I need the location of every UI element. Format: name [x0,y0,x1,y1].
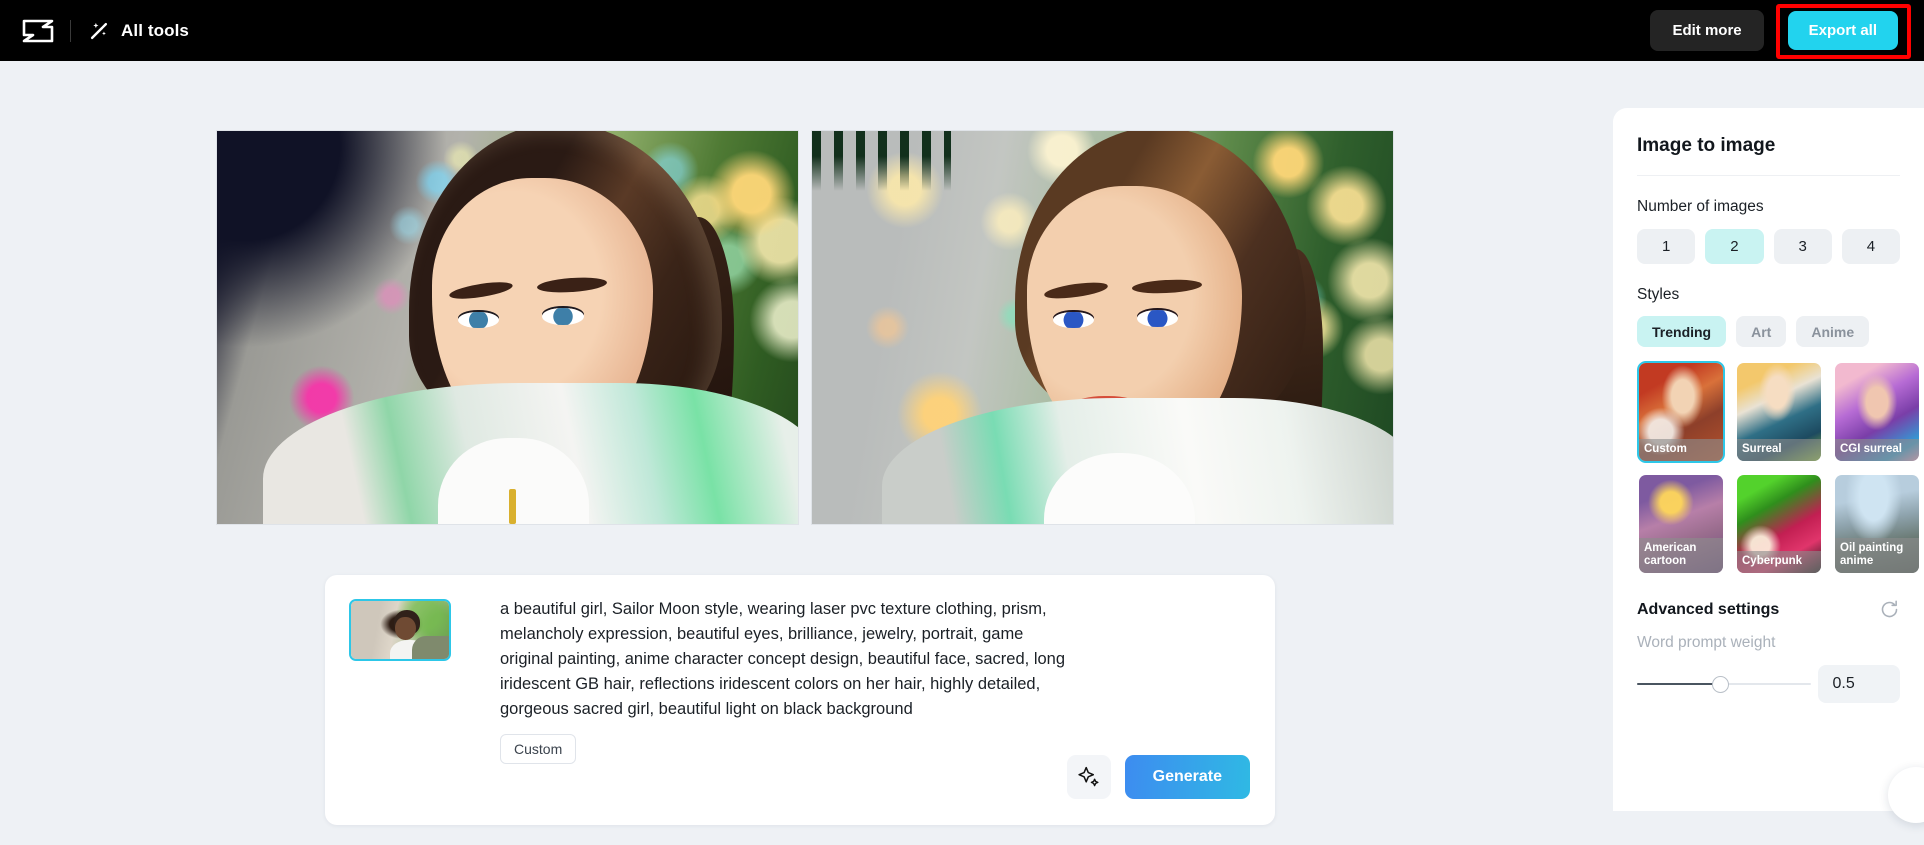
style-item-american-cartoon[interactable]: American cartoon [1637,473,1725,575]
prompt-style-tag[interactable]: Custom [500,734,577,764]
word-prompt-weight-label: Word prompt weight [1637,634,1776,651]
styles-label: Styles [1637,286,1680,303]
style-label-american-cartoon: American cartoon [1639,538,1723,573]
style-category-tabs: Trending Art Anime [1613,304,1924,347]
advanced-settings-title: Advanced settings [1637,600,1780,618]
style-label-oil-painting-anime: Oil painting anime [1835,538,1919,573]
panel-fade-overlay [1613,782,1924,812]
export-all-button[interactable]: Export all [1787,11,1898,50]
generated-results [216,130,1394,525]
style-label-surreal: Surreal [1737,439,1821,461]
reference-image-thumbnail[interactable] [349,599,451,661]
slider-fill [1637,683,1720,685]
generate-button[interactable]: Generate [1124,755,1250,799]
reset-icon-button[interactable] [1879,599,1900,620]
all-tools-button[interactable]: All tools [88,20,189,42]
style-grid: Custom Surreal CGI surreal American cart… [1613,347,1924,575]
edit-more-button[interactable]: Edit more [1650,10,1764,51]
panel-bottom-strip [1613,811,1924,845]
generated-image-2[interactable] [811,130,1394,525]
number-of-images-options: 1 2 3 4 [1613,216,1924,264]
right-panel: Image to image Number of images 1 2 3 4 … [1613,108,1924,845]
style-label-cgi-surreal: CGI surreal [1835,439,1919,461]
style-label-cyberpunk: Cyberpunk [1737,551,1821,573]
advanced-settings-header: Advanced settings [1613,575,1924,620]
prompt-input[interactable]: a beautiful girl, Sailor Moon style, wea… [500,597,1075,722]
number-of-images-label: Number of images [1637,198,1764,215]
style-item-surreal[interactable]: Surreal [1735,361,1823,463]
export-all-wrapper: Export all [1775,2,1911,59]
topbar-divider [70,19,71,42]
sparkle-icon [1077,765,1101,789]
sparkle-icon-button[interactable] [1066,755,1111,799]
tab-art[interactable]: Art [1736,316,1787,347]
number-option-4[interactable]: 4 [1841,229,1900,264]
canvas-area: a beautiful girl, Sailor Moon style, wea… [0,61,1613,845]
generated-image-1-content [217,131,798,524]
prompt-actions: Generate [1066,755,1250,799]
topbar-actions: Edit more Export all [1650,2,1924,59]
reset-icon [1879,600,1900,623]
prompt-card: a beautiful girl, Sailor Moon style, wea… [325,575,1275,825]
slider-thumb[interactable] [1711,676,1729,693]
tab-anime[interactable]: Anime [1796,316,1870,347]
generated-image-2-content [812,131,1393,524]
style-item-custom[interactable]: Custom [1637,361,1725,463]
word-prompt-weight-row: 0.5 [1613,652,1924,703]
all-tools-label: All tools [121,20,189,40]
style-item-cgi-surreal[interactable]: CGI surreal [1833,361,1921,463]
style-item-oil-painting-anime[interactable]: Oil painting anime [1833,473,1921,575]
tab-trending[interactable]: Trending [1637,316,1727,347]
style-item-cyberpunk[interactable]: Cyberpunk [1735,473,1823,575]
number-option-3[interactable]: 3 [1773,229,1832,264]
word-prompt-weight-value[interactable]: 0.5 [1818,665,1900,703]
word-prompt-weight-slider[interactable] [1637,675,1811,693]
panel-title: Image to image [1637,135,1776,156]
app-root: All tools Edit more Export all a beautif… [0,0,1924,845]
generated-image-1[interactable] [216,130,799,525]
number-option-2[interactable]: 2 [1705,229,1764,264]
number-option-1[interactable]: 1 [1637,229,1696,264]
magic-wand-icon [88,20,110,42]
style-label-custom: Custom [1639,439,1723,461]
capcut-logo-icon[interactable] [12,11,64,51]
top-bar: All tools Edit more Export all [0,0,1924,61]
